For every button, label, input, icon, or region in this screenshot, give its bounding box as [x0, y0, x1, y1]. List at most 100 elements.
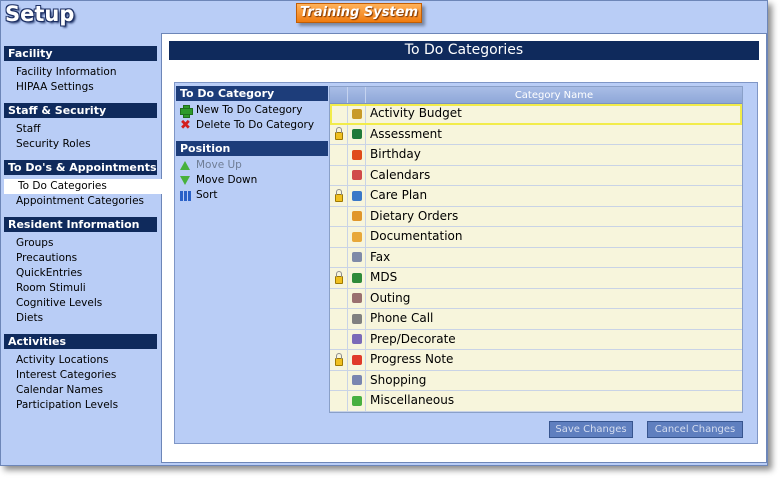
sidebar-section-items: Groups Precautions QuickEntries Room Stimul… [4, 232, 157, 334]
table-row[interactable]: Shopping [330, 370, 742, 391]
lock-cell [330, 268, 348, 288]
icon-cell [348, 227, 366, 247]
sidebar-section-activities: Activities [4, 334, 157, 349]
lock-cell [330, 288, 348, 308]
cart-icon [351, 375, 362, 386]
arrow-up-icon [180, 161, 190, 170]
category-name-cell: Progress Note [370, 352, 454, 366]
table-row[interactable]: Birthday [330, 145, 742, 166]
sidebar-section-items: Staff Security Roles [4, 118, 157, 160]
table-row[interactable]: Calendars [330, 165, 742, 186]
sidebar-item-to-do-categories[interactable]: To Do Categories [4, 179, 164, 194]
sidebar-item-groups[interactable]: Groups [16, 236, 157, 251]
sidebar-item-precautions[interactable]: Precautions [16, 251, 157, 266]
icon-cell [348, 288, 366, 308]
category-name-column-header[interactable]: Category Name [366, 87, 742, 103]
category-name-cell: Documentation [370, 229, 463, 243]
fax-icon [351, 252, 362, 263]
sidebar-item-interest-categories[interactable]: Interest Categories [16, 368, 157, 383]
cancel-changes-button[interactable]: Cancel Changes [647, 421, 743, 438]
lock-cell [330, 350, 348, 370]
lock-cell [330, 309, 348, 329]
icon-cell [348, 329, 366, 349]
candle-icon [351, 149, 362, 160]
lock-icon [334, 127, 343, 141]
category-name-cell: Care Plan [370, 188, 428, 202]
table-row[interactable]: Activity Budget [330, 104, 742, 125]
document-icon [351, 231, 362, 242]
sidebar-item-diets[interactable]: Diets [16, 311, 157, 326]
star-icon [351, 395, 362, 406]
move-down-button[interactable]: Move Down [176, 173, 328, 188]
table-row[interactable]: Miscellaneous [330, 391, 742, 412]
assessment-icon [351, 129, 362, 140]
lock-cell [330, 206, 348, 226]
delete-x-icon: ✖ [180, 118, 191, 133]
position-header: Position [176, 141, 328, 156]
lock-cell [330, 104, 348, 124]
sidebar-item-appointment-categories[interactable]: Appointment Categories [16, 194, 157, 209]
icon-cell [348, 186, 366, 206]
lock-cell [330, 186, 348, 206]
setup-window: Setup Training System Facility Facility I… [0, 0, 768, 466]
app-title: Setup [5, 2, 75, 26]
category-name-cell: Fax [370, 249, 391, 264]
sidebar-section-items: Facility Information HIPAA Settings [4, 61, 157, 103]
icon-cell [348, 165, 366, 185]
table-row[interactable]: Fax [330, 247, 742, 268]
lock-cell [330, 247, 348, 267]
lock-cell [330, 165, 348, 185]
lock-cell [330, 145, 348, 165]
table-row[interactable]: Care Plan [330, 186, 742, 207]
save-changes-button[interactable]: Save Changes [549, 421, 633, 438]
sidebar-item-room-stimuli[interactable]: Room Stimuli [16, 281, 157, 296]
sort-icon [180, 190, 191, 201]
sidebar-section-to-do-s-and-appointments: To Do's & Appointments [4, 160, 157, 175]
lock-icon [334, 270, 343, 284]
grid-header: Category Name [330, 87, 742, 104]
sidebar-item-participation-levels[interactable]: Participation Levels [16, 398, 157, 413]
table-row[interactable]: Prep/Decorate [330, 329, 742, 350]
table-row[interactable]: Outing [330, 288, 742, 309]
sidebar-item-calendar-names[interactable]: Calendar Names [16, 383, 157, 398]
sidebar-item-facility-information[interactable]: Facility Information [16, 65, 157, 80]
delete-to-do-category-button[interactable]: ✖ Delete To Do Category [176, 118, 328, 133]
move-up-button[interactable]: Move Up [176, 158, 328, 173]
table-row[interactable]: Phone Call [330, 309, 742, 330]
category-name-cell: Shopping [370, 372, 427, 387]
sidebar-item-staff[interactable]: Staff [16, 122, 157, 137]
category-name-cell: Phone Call [370, 311, 434, 325]
sidebar-item-hipaa-settings[interactable]: HIPAA Settings [16, 80, 157, 95]
grid-rows: Activity Budget Assessment Birthday Calenda… [330, 104, 742, 412]
table-row[interactable]: Assessment [330, 124, 742, 145]
icon-cell [348, 124, 366, 144]
food-icon [351, 211, 362, 222]
outing-icon [351, 293, 362, 304]
lock-icon [334, 188, 343, 202]
table-row[interactable]: Progress Note [330, 350, 742, 371]
category-grid: Category Name Activity Budget Assessment B… [329, 86, 743, 413]
decorate-icon [351, 334, 362, 345]
sidebar-item-security-roles[interactable]: Security Roles [16, 137, 157, 152]
icon-cell [348, 247, 366, 267]
move-up-label: Move Up [196, 159, 242, 171]
icon-cell [348, 350, 366, 370]
sidebar-section-staff-and-security: Staff & Security [4, 103, 157, 118]
training-system-banner: Training System [296, 3, 422, 23]
table-row[interactable]: Documentation [330, 227, 742, 248]
lock-icon [334, 352, 343, 366]
icon-column-header [348, 87, 366, 103]
icon-cell [348, 104, 366, 124]
checkbox-icon [351, 272, 362, 283]
sort-button[interactable]: Sort [176, 188, 328, 203]
delete-to-do-category-label: Delete To Do Category [196, 119, 315, 131]
sidebar-section-items: Activity Locations Interest Categories Cal… [4, 349, 157, 421]
table-row[interactable]: Dietary Orders [330, 206, 742, 227]
new-to-do-category-button[interactable]: New To Do Category [176, 103, 328, 118]
table-row[interactable]: MDS [330, 268, 742, 289]
sidebar-item-activity-locations[interactable]: Activity Locations [16, 353, 157, 368]
move-down-label: Move Down [196, 174, 258, 186]
sidebar-item-cognitive-levels[interactable]: Cognitive Levels [16, 296, 157, 311]
lock-cell [330, 329, 348, 349]
sidebar-item-quickentries[interactable]: QuickEntries [16, 266, 157, 281]
